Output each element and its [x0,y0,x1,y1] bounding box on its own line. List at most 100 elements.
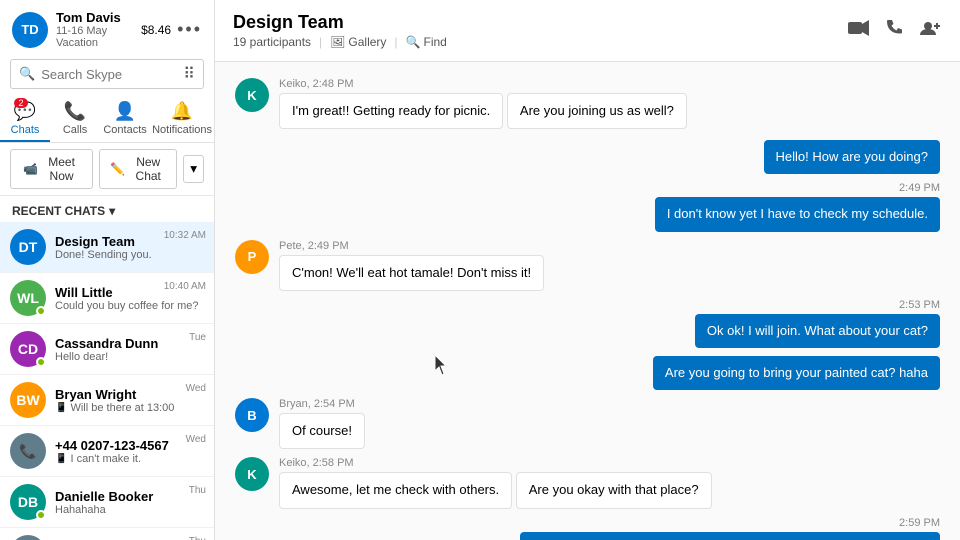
chat-name-cassandra-dunn: Cassandra Dunn [55,336,204,351]
status-cassandra-dunn [36,357,46,367]
tab-calls[interactable]: 📞 Calls [50,95,100,142]
avatar-will-little: WL [10,280,46,316]
msg-bubble-bryan-1: Of course! [279,413,365,449]
msg-bubble-pete-1: C'mon! We'll eat hot tamale! Don't miss … [279,255,544,291]
avatar-keiko-258: K [235,457,269,491]
msg-bubble-out-249: I don't know yet I have to check my sche… [655,197,940,231]
audio-call-button[interactable] [886,19,904,42]
find-link[interactable]: 🔍 Find [406,35,447,49]
msg-content-keiko-258: Keiko, 2:58 PM Awesome, let me check wit… [279,457,712,512]
msg-group-pete-249: P Pete, 2:49 PM C'mon! We'll eat hot tam… [235,240,940,295]
chat-name-phone1: +44 0207-123-4567 [55,438,204,453]
meet-now-button[interactable]: 📹 Meet Now [10,149,93,189]
tab-notifications-label: Notifications [152,124,212,136]
chat-item-cassandra-dunn[interactable]: CD Cassandra Dunn Hello dear! Tue [0,324,214,375]
search-input[interactable] [41,67,177,82]
chat-content-phone1: +44 0207-123-4567 📱 I can't make it. [55,438,204,465]
participant-count: 19 participants [233,35,311,49]
tab-contacts[interactable]: 👤 Contacts [100,95,150,142]
tab-calls-label: Calls [63,124,87,136]
avatar-phone1: 📞 [10,433,46,469]
recent-chats-chevron: ▾ [109,204,115,218]
apps-icon[interactable]: ⠿ [183,64,195,84]
chat-item-will-little[interactable]: WL Will Little Could you buy coffee for … [0,273,214,324]
msg-group-keiko-258: K Keiko, 2:58 PM Awesome, let me check w… [235,457,940,512]
msg-bubble-out-253-2: Are you going to bring your painted cat?… [653,356,940,390]
tab-notifications[interactable]: 🔔 Notifications [150,95,214,142]
recent-chats-label: RECENT CHATS [12,204,105,218]
gallery-link[interactable]: 🖼 Gallery [330,35,386,49]
outgoing-time-253: 2:53 PM [899,299,940,311]
msg-content-pete-249: Pete, 2:49 PM C'mon! We'll eat hot tamal… [279,240,544,295]
outgoing-col-hello: Hello! How are you doing? [764,137,940,178]
chat-name-danielle-booker: Danielle Booker [55,489,204,504]
phone-icon-p1: 📱 [55,453,67,464]
msg-group-out-hello: Hello! How are you doing? [235,137,940,178]
chat-title: Design Team [233,12,447,33]
msg-group-keiko-248: K Keiko, 2:48 PM I'm great!! Getting rea… [235,78,940,133]
chat-item-bryan-wright[interactable]: BW Bryan Wright 📱 Will be there at 13:00… [0,375,214,426]
outgoing-col-253: 2:53 PM Ok ok! I will join. What about y… [653,299,940,394]
chat-item-danielle-booker[interactable]: DB Danielle Booker Hahahaha Thu [0,477,214,528]
status-will-little [36,306,46,316]
main-chat-area: Design Team 19 participants | 🖼 Gallery … [215,0,960,540]
new-chat-label: New Chat [130,155,166,183]
video-icon [848,20,870,36]
video-call-button[interactable] [848,20,870,41]
find-icon: 🔍 [406,35,421,49]
messages-area[interactable]: K Keiko, 2:48 PM I'm great!! Getting rea… [215,62,960,540]
chat-preview-phone1: 📱 I can't make it. [55,453,204,465]
search-bar: 🔍 ⠿ [10,59,204,89]
user-balance: $8.46 [141,23,171,37]
phone-icon-bw: 📱 [55,402,67,413]
outgoing-col-259: 2:59 PM When it comes to choosing a vaca… [520,517,940,540]
chat-item-design-team[interactable]: DT Design Team Done! Sending you. 10:32 … [0,222,214,273]
tab-chats[interactable]: 💬 Chats 2 [0,95,50,142]
msg-group-out-249: 2:49 PM I don't know yet I have to check… [235,182,940,235]
chat-time-bryan-wright: Wed [186,383,206,394]
user-info: Tom Davis 11-16 May Vacation [56,10,141,49]
avatar-danielle-booker: DB [10,484,46,520]
gallery-icon: 🖼 [330,35,345,49]
new-chat-icon: ✏️ [110,162,125,176]
new-chat-button[interactable]: ✏️ New Chat [99,149,177,189]
chat-header: Design Team 19 participants | 🖼 Gallery … [215,0,960,62]
chat-content-danielle-booker: Danielle Booker Hahahaha [55,489,204,516]
action-buttons: 📹 Meet Now ✏️ New Chat ▾ [0,143,214,196]
chat-preview-will-little: Could you buy coffee for me? [55,300,204,312]
chat-item-phone2[interactable]: 📞 +1 415-748-7920 📱 Thank you! See ya! T… [0,528,214,540]
avatar-pete: P [235,240,269,274]
msg-content-bryan-254: Bryan, 2:54 PM Of course! [279,398,365,453]
chats-badge: 2 [14,98,28,108]
avatar-bryan: B [235,398,269,432]
user-avatar: TD [12,12,48,48]
user-status: 11-16 May Vacation [56,25,141,49]
meet-now-label: Meet Now [43,155,80,183]
chat-item-phone1[interactable]: 📞 +44 0207-123-4567 📱 I can't make it. W… [0,426,214,477]
phone-icon [886,19,904,37]
chat-preview-bryan-wright: 📱 Will be there at 13:00 [55,402,204,414]
avatar-design-team: DT [10,229,46,265]
msg-group-bryan-254: B Bryan, 2:54 PM Of course! [235,398,940,453]
user-name: Tom Davis [56,10,141,25]
recent-chats-header: RECENT CHATS ▾ [0,196,214,222]
outgoing-time-259: 2:59 PM [899,517,940,529]
more-options-button[interactable]: ••• [177,19,202,40]
msg-group-out-259: 2:59 PM When it comes to choosing a vaca… [235,517,940,540]
chat-list: DT Design Team Done! Sending you. 10:32 … [0,222,214,540]
nav-tabs: 💬 Chats 2 📞 Calls 👤 Contacts 🔔 Notificat… [0,95,214,143]
chat-time-will-little: 10:40 AM [164,281,206,292]
new-chat-chevron[interactable]: ▾ [183,155,204,183]
msg-bubble-keiko-258-2: Are you okay with that place? [516,472,712,508]
msg-bubble-keiko-1: I'm great!! Getting ready for picnic. [279,93,503,129]
chat-time-danielle-booker: Thu [189,485,206,496]
chat-time-phone1: Wed [186,434,206,445]
msg-bubble-keiko-2: Are you joining us as well? [507,93,687,129]
chat-content-cassandra-dunn: Cassandra Dunn Hello dear! [55,336,204,363]
avatar-phone2: 📞 [10,535,46,540]
chat-time-cassandra-dunn: Tue [189,332,206,343]
msg-bubble-out-hello: Hello! How are you doing? [764,140,940,174]
msg-bubble-out-259: When it comes to choosing a vacation, wh… [520,532,940,540]
sidebar-header: TD Tom Davis 11-16 May Vacation $8.46 ••… [0,0,214,55]
add-participant-button[interactable] [920,19,942,42]
